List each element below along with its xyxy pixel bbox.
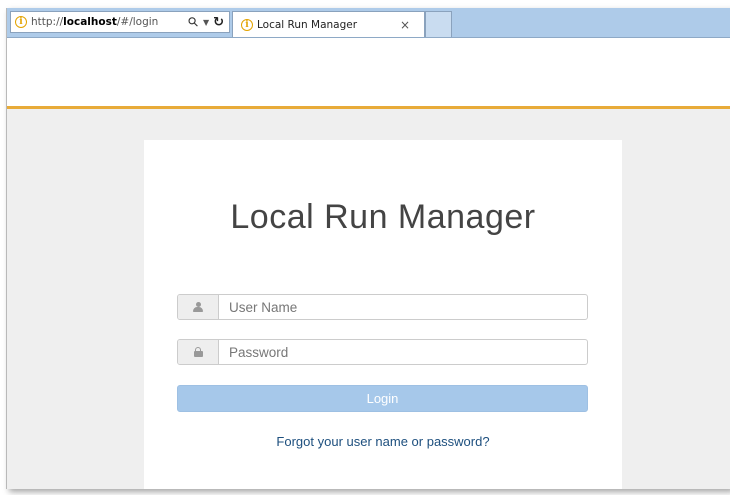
user-icon bbox=[193, 302, 203, 312]
username-field bbox=[177, 294, 588, 320]
url-scheme: http:// bbox=[31, 16, 64, 28]
refresh-icon[interactable]: ↻ bbox=[213, 15, 224, 30]
lock-icon bbox=[193, 347, 203, 357]
lock-icon-addon bbox=[178, 340, 219, 364]
forgot-credentials-link[interactable]: Forgot your user name or password? bbox=[144, 434, 622, 449]
page-title: Local Run Manager bbox=[230, 198, 536, 236]
login-card: Local Run Manager Login Forgot your user… bbox=[144, 140, 622, 489]
address-url[interactable]: http://localhost/#/login bbox=[31, 16, 158, 28]
new-tab-button[interactable] bbox=[425, 11, 452, 37]
address-actions: ⚲ ▼ ↻ bbox=[185, 13, 229, 30]
user-icon-addon bbox=[178, 295, 219, 319]
login-button[interactable]: Login bbox=[177, 385, 588, 412]
tab-title: Local Run Manager bbox=[257, 18, 358, 31]
browser-tab[interactable]: i Local Run Manager × bbox=[232, 11, 425, 37]
address-bar[interactable]: i http://localhost/#/login ⚲ ▼ ↻ bbox=[10, 11, 230, 33]
tab-info-icon: i bbox=[241, 18, 253, 31]
search-icon[interactable]: ⚲ bbox=[185, 13, 202, 30]
password-input[interactable] bbox=[219, 340, 587, 364]
info-icon: i bbox=[15, 16, 27, 28]
app-header bbox=[7, 38, 730, 109]
url-path: /#/login bbox=[116, 16, 159, 28]
username-input[interactable] bbox=[219, 295, 587, 319]
password-field bbox=[177, 339, 588, 365]
chevron-down-icon[interactable]: ▼ bbox=[203, 18, 209, 27]
url-host: localhost bbox=[63, 16, 117, 28]
browser-tabbar: i http://localhost/#/login ⚲ ▼ ↻ i Local… bbox=[7, 8, 730, 38]
browser-window: i http://localhost/#/login ⚲ ▼ ↻ i Local… bbox=[6, 8, 730, 489]
close-icon[interactable]: × bbox=[400, 18, 410, 32]
